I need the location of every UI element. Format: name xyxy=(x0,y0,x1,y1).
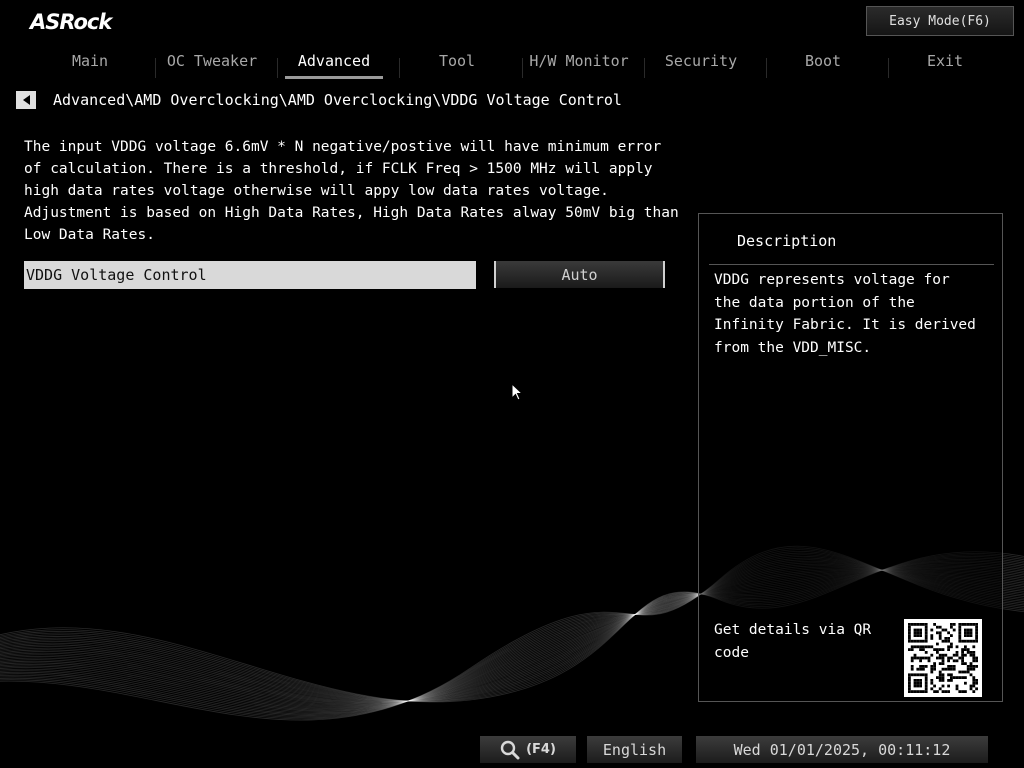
tab-security[interactable]: Security xyxy=(646,52,756,76)
tab-hw-monitor[interactable]: H/W Monitor xyxy=(524,52,634,76)
search-button[interactable]: (F4) xyxy=(480,736,576,763)
nav-separator xyxy=(766,58,767,78)
setting-value-dropdown[interactable]: Auto xyxy=(494,261,665,288)
setting-label-vddg-voltage-control[interactable]: VDDG Voltage Control xyxy=(24,261,476,289)
search-icon xyxy=(500,740,520,759)
back-arrow-icon[interactable] xyxy=(16,91,36,109)
asrock-logo: ASRock xyxy=(30,10,112,34)
language-button[interactable]: English xyxy=(587,736,682,763)
qr-code-icon xyxy=(904,619,982,697)
tab-boot[interactable]: Boot xyxy=(768,52,878,76)
nav-separator xyxy=(888,58,889,78)
tab-tool[interactable]: Tool xyxy=(402,52,512,76)
nav-separator xyxy=(399,58,400,78)
tab-advanced[interactable]: Advanced xyxy=(279,52,389,79)
qr-caption: Get details via QR code xyxy=(714,622,872,661)
nav-separator xyxy=(155,58,156,78)
nav-separator xyxy=(277,58,278,78)
description-title: Description xyxy=(737,232,837,250)
tab-oc-tweaker[interactable]: OC Tweaker xyxy=(157,52,267,76)
mouse-cursor-icon xyxy=(511,383,523,401)
breadcrumb-row: Advanced\AMD Overclocking\AMD Overclocki… xyxy=(16,90,622,110)
tab-main[interactable]: Main xyxy=(35,52,145,76)
easy-mode-button[interactable]: Easy Mode(F6) xyxy=(866,6,1014,36)
main-nav: Main OC Tweaker Advanced Tool H/W Monito… xyxy=(30,52,1020,79)
breadcrumb: Advanced\AMD Overclocking\AMD Overclocki… xyxy=(53,91,622,109)
description-divider xyxy=(709,264,994,265)
datetime-display: Wed 01/01/2025, 00:11:12 xyxy=(696,736,988,763)
nav-separator xyxy=(644,58,645,78)
nav-separator xyxy=(522,58,523,78)
search-shortcut-label: (F4) xyxy=(526,742,556,757)
help-text: The input VDDG voltage 6.6mV * N negativ… xyxy=(24,139,679,243)
tab-exit[interactable]: Exit xyxy=(890,52,1000,76)
description-body: VDDG represents voltage for the data por… xyxy=(714,272,976,356)
description-panel: Description VDDG represents voltage for … xyxy=(698,213,1003,702)
